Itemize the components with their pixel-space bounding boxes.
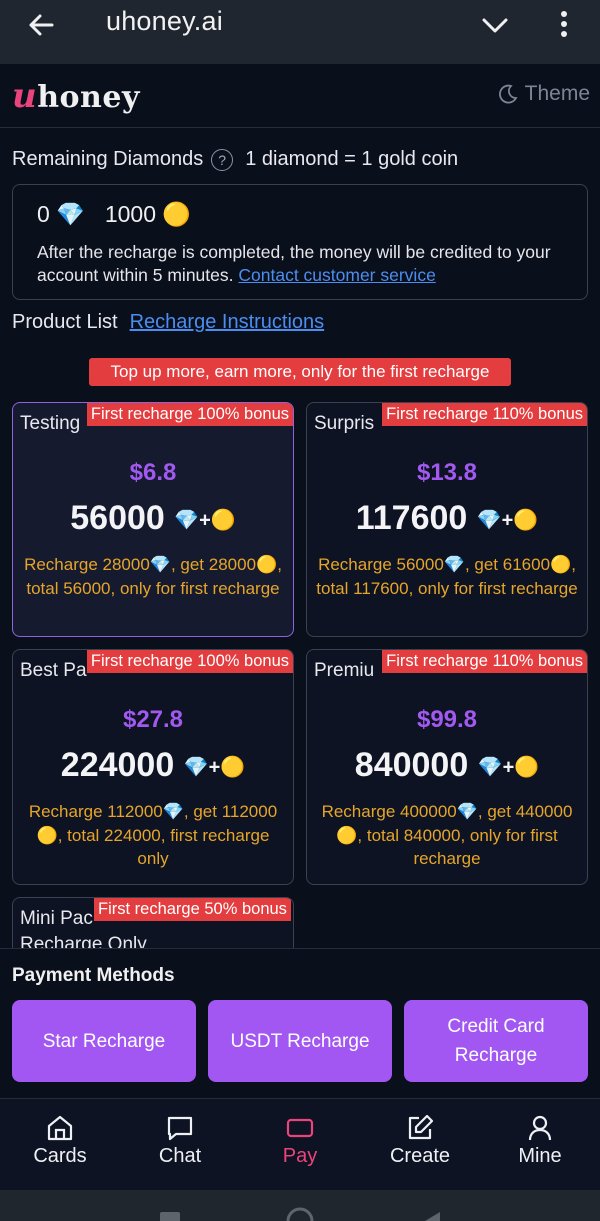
bonus-badge: First recharge 100% bonus — [86, 650, 293, 673]
home-icon — [47, 1115, 73, 1141]
contact-service-link[interactable]: Contact customer service — [238, 265, 435, 285]
product-card-surprise[interactable]: Surpris First recharge 110% bonus $13.8 … — [306, 402, 588, 637]
remaining-label: Remaining Diamonds — [12, 148, 204, 170]
recharge-instructions-link[interactable]: Recharge Instructions — [130, 311, 325, 334]
nav-mine[interactable]: Mine — [480, 1113, 600, 1168]
amount-value: 224000 — [60, 746, 175, 784]
nav-label: Chat — [158, 1145, 202, 1167]
product-description: Recharge 112000💎, get 112000🟡, total 224… — [28, 802, 278, 868]
moon-icon — [498, 84, 518, 104]
product-card-testing[interactable]: Testing First recharge 100% bonus $6.8 5… — [12, 402, 294, 637]
nav-create[interactable]: Create — [360, 1113, 480, 1168]
bonus-badge: First recharge 50% bonus — [94, 898, 291, 921]
uhoney-logo[interactable]: uhoney — [12, 76, 140, 116]
theme-toggle[interactable]: Theme — [497, 82, 590, 106]
product-amount: 56000 💎+🟡 — [13, 499, 293, 538]
bonus-badge: First recharge 110% bonus — [382, 650, 587, 673]
theme-label: Theme — [524, 82, 590, 105]
product-name: Mini Pac — [20, 908, 93, 929]
diamond-coin-icons: 💎+🟡 — [476, 509, 539, 532]
diamond-coin-icons: 💎+🟡 — [477, 756, 540, 779]
coin-icon: 🟡 — [162, 201, 192, 227]
product-description: Recharge 400000💎, get 440000🟡, total 840… — [321, 802, 573, 868]
logo-accent: u — [12, 76, 38, 116]
bonus-badge: First recharge 110% bonus — [382, 403, 587, 426]
balance-card: 0 💎 1000 🟡 After the recharge is complet… — [12, 184, 588, 300]
amount-value: 840000 — [354, 746, 469, 784]
remaining-diamonds-row: Remaining Diamonds ? 1 diamond = 1 gold … — [12, 148, 458, 171]
browser-toolbar: uhoney.ai — [0, 0, 600, 64]
product-amount: 224000 💎+🟡 — [13, 746, 293, 785]
product-amount: 117600 💎+🟡 — [307, 499, 587, 538]
product-name: Best Pa — [20, 660, 87, 681]
diamond-coin-icons: 💎+🟡 — [183, 756, 246, 779]
back-arrow-icon[interactable] — [26, 10, 56, 40]
nav-label: Pay — [282, 1145, 318, 1167]
usdt-recharge-button[interactable]: USDT Recharge — [208, 1000, 392, 1082]
product-card-premium[interactable]: Premiu First recharge 110% bonus $99.8 8… — [306, 649, 588, 885]
product-name: Surpris — [314, 413, 375, 434]
bonus-badge: First recharge 100% bonus — [86, 403, 293, 426]
exchange-rate: 1 diamond = 1 gold coin — [245, 148, 459, 170]
product-list-header: Product List Recharge Instructions — [12, 311, 324, 334]
amount-value: 56000 — [70, 499, 165, 537]
nav-pay[interactable]: Pay — [240, 1113, 360, 1168]
promo-banner: Top up more, earn more, only for the fir… — [89, 358, 511, 386]
bottom-nav: Cards Chat Pay Create Mine — [0, 1098, 600, 1190]
credit-note: After the recharge is completed, the mon… — [37, 241, 577, 287]
diamond-icon: 💎 — [56, 201, 85, 227]
product-card-mini-pack[interactable]: Mini Pac Recharge Only First recharge 50… — [12, 897, 294, 949]
chevron-down-icon[interactable] — [480, 12, 510, 38]
nav-label: Create — [389, 1145, 451, 1167]
wallet-card-icon — [286, 1118, 314, 1138]
amount-value: 117600 — [355, 499, 468, 537]
product-subtitle: Recharge Only — [20, 934, 147, 949]
nav-cards[interactable]: Cards — [0, 1113, 120, 1168]
logo-text: honey — [37, 80, 140, 115]
diamond-coin-icons: 💎+🟡 — [174, 509, 236, 532]
diamond-balance: 0 — [37, 201, 50, 227]
product-price: $13.8 — [416, 459, 478, 486]
product-price: $99.8 — [416, 706, 478, 733]
product-description: Recharge 56000💎, get 61600🟡, total 11760… — [316, 555, 578, 598]
edit-icon — [408, 1114, 434, 1140]
product-card-best-pack[interactable]: Best Pa First recharge 100% bonus $27.8 … — [12, 649, 294, 885]
product-price: $6.8 — [129, 459, 177, 486]
star-recharge-button[interactable]: Star Recharge — [12, 1000, 196, 1082]
user-icon — [528, 1115, 552, 1141]
nav-chat[interactable]: Chat — [120, 1113, 240, 1168]
product-price: $27.8 — [122, 706, 184, 733]
nav-label: Cards — [33, 1145, 87, 1167]
balances: 0 💎 1000 🟡 — [37, 201, 191, 228]
help-icon[interactable]: ? — [211, 148, 234, 171]
product-name: Testing — [20, 413, 81, 434]
payment-methods-title: Payment Methods — [12, 965, 175, 986]
url-text[interactable]: uhoney.ai — [106, 6, 223, 37]
coin-balance: 1000 — [104, 201, 156, 227]
system-nav-bar — [0, 1190, 600, 1221]
chat-bubble-icon — [167, 1116, 193, 1141]
product-description: Recharge 28000💎, get 28000🟡, total 56000… — [24, 555, 282, 598]
payment-methods-section: Payment Methods Star Recharge USDT Recha… — [0, 948, 600, 1098]
nav-label: Mine — [518, 1145, 562, 1167]
product-amount: 840000 💎+🟡 — [307, 746, 587, 785]
product-list-label: Product List — [12, 311, 118, 333]
more-menu-icon[interactable] — [553, 8, 575, 40]
product-name: Premiu — [314, 660, 375, 681]
system-nav-icons — [160, 1207, 440, 1221]
site-header: uhoney Theme — [0, 64, 600, 128]
credit-card-recharge-button[interactable]: Credit Card Recharge — [404, 1000, 588, 1082]
